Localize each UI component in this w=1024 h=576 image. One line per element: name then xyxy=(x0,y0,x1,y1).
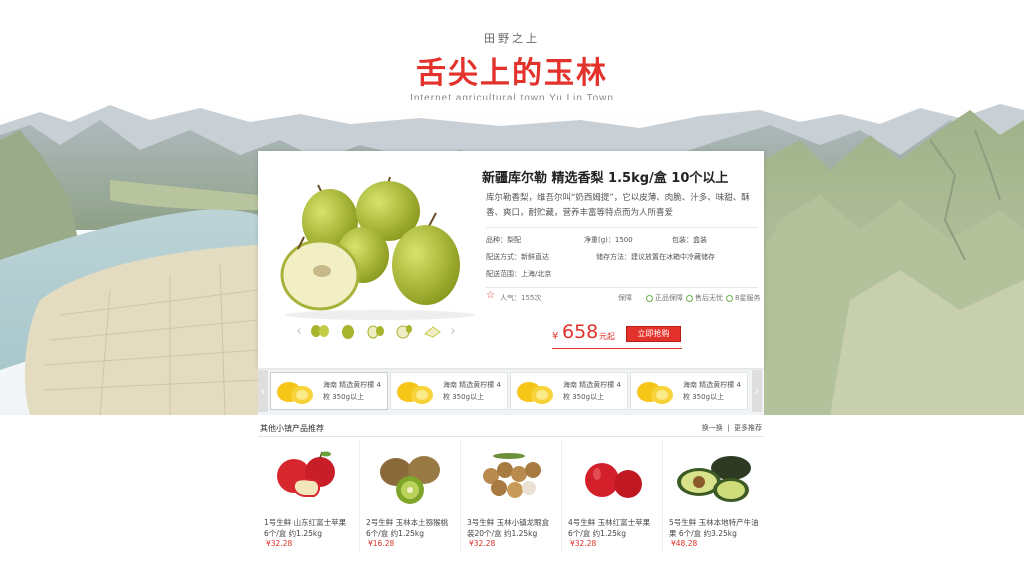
recommend-links: 换一换 | 更多推荐 xyxy=(701,424,762,432)
longan-image xyxy=(483,453,541,498)
spec-shipping: 配送方式：新鲜直达 xyxy=(486,253,549,261)
item-price: ¥32.28 xyxy=(266,539,293,548)
related-item[interactable]: 海南 精选黄柠檬 4枚 350g以上 xyxy=(510,372,628,410)
spec-delivery-area: 配送范围：上海/北京 xyxy=(486,270,552,278)
check-icon xyxy=(686,294,693,302)
thumbnail[interactable] xyxy=(393,322,415,340)
product-title: 新疆库尔勒 精选香梨 1.5kg/盒 10个以上 xyxy=(482,171,729,186)
chevron-right-icon[interactable]: › xyxy=(752,370,762,412)
buy-now-button[interactable]: 立即抢购 xyxy=(626,326,681,342)
product-description: 库尔勒香梨，维吾尔叫“奶西姆提”，它以皮薄、肉脆、汁多、味甜、酥香、爽口，耐贮藏… xyxy=(486,193,750,218)
popularity-row: ☆ 人气：155次 保障 正品保障 售后无忧 8星服务 xyxy=(486,290,760,305)
chevron-left-icon[interactable]: ‹ xyxy=(258,370,268,412)
related-item[interactable]: 海南 精选黄柠檬 4枚 350g以上 xyxy=(390,372,508,410)
recommend-item[interactable]: 1号生鲜 山东红富士苹果 6个/盒 约1.25kg ¥32.28 xyxy=(258,440,359,552)
kiwi-image xyxy=(380,456,440,504)
item-price: ¥32.28 xyxy=(469,539,496,548)
apple-image xyxy=(277,451,335,497)
divider xyxy=(486,227,758,228)
badge-after-sales: 售后无忧 xyxy=(686,293,723,303)
check-icon xyxy=(646,294,653,302)
brand-tagline: 田野之上 xyxy=(484,32,540,45)
spec-packaging: 包装：盒装 xyxy=(672,236,707,244)
spec-storage: 储存方法：建议放置在冰箱中冷藏储存 xyxy=(596,253,715,261)
recommend-item[interactable]: 5号生鲜 玉林本地特产牛油果 6个/盒 约3.25kg ¥48.28 xyxy=(662,440,763,552)
lemon-image xyxy=(517,382,553,404)
refresh-link[interactable]: 换一换 xyxy=(702,424,723,432)
apple-image xyxy=(585,463,642,498)
item-price: ¥48.28 xyxy=(671,539,698,548)
check-icon xyxy=(726,294,733,302)
product-card: ‹ › 新疆库尔勒 精选香梨 1.5kg/盒 10个以上 库尔勒香梨，维吾尔叫“… xyxy=(258,151,764,368)
avocado-image xyxy=(677,456,751,502)
item-price: ¥16.28 xyxy=(368,539,395,548)
recommend-item[interactable]: 2号生鲜 玉林本土猕猴桃 6个/盒 约1.25kg ¥16.28 xyxy=(359,440,460,552)
popularity-count: 人气：155次 xyxy=(500,294,542,302)
lemon-image xyxy=(277,382,313,404)
more-link[interactable]: 更多推荐 xyxy=(734,424,762,432)
recommend-header: 其他小镇产品推荐 换一换 | 更多推荐 xyxy=(258,419,764,437)
spec-variety: 品种：梨配 xyxy=(486,236,521,244)
recommend-item[interactable]: 3号生鲜 玉林小镇龙眼盒 装20个/盒 约1.25kg ¥32.28 xyxy=(460,440,561,552)
thumbnail-strip: ‹ › xyxy=(292,321,467,341)
lemon-image xyxy=(397,382,433,404)
badge-authentic: 正品保障 xyxy=(646,293,683,303)
recommend-item[interactable]: 4号生鲜 玉林红富士苹果 6个/盒 约1.25kg ¥32.28 xyxy=(561,440,662,552)
guarantee-label: 保障 xyxy=(618,294,632,302)
thumbnail[interactable] xyxy=(421,322,443,340)
divider xyxy=(486,287,758,288)
page-title: 舌尖上的玉林 xyxy=(416,56,608,91)
related-item[interactable]: 海南 精选黄柠檬 4枚 350g以上 xyxy=(630,372,748,410)
recommend-title: 其他小镇产品推荐 xyxy=(260,424,324,433)
thumbnail[interactable] xyxy=(365,322,387,340)
thumbnail[interactable] xyxy=(337,322,359,340)
chevron-left-icon[interactable]: ‹ xyxy=(292,324,306,339)
price-currency: ¥ xyxy=(552,331,559,342)
spec-net-weight: 净重(g)：1500 xyxy=(584,236,633,244)
related-item[interactable]: 海南 精选黄柠檬 4枚 350g以上 xyxy=(270,372,388,410)
product-image[interactable] xyxy=(268,163,478,323)
chevron-right-icon[interactable]: › xyxy=(446,324,460,339)
lemon-image xyxy=(637,382,673,404)
badge-service: 8星服务 xyxy=(726,293,760,303)
item-price: ¥32.28 xyxy=(570,539,597,548)
price-suffix: 元起 xyxy=(599,332,615,341)
related-products-strip: ‹ 海南 精选黄柠檬 4枚 350g以上 海南 精选黄柠檬 4枚 350g以上 … xyxy=(258,370,764,412)
recommend-list: 1号生鲜 山东红富士苹果 6个/盒 约1.25kg ¥32.28 2号生鲜 玉林本… xyxy=(258,440,764,560)
thumbnail[interactable] xyxy=(309,322,331,340)
price-value: 658 xyxy=(562,321,599,343)
star-icon[interactable]: ☆ xyxy=(486,290,495,301)
